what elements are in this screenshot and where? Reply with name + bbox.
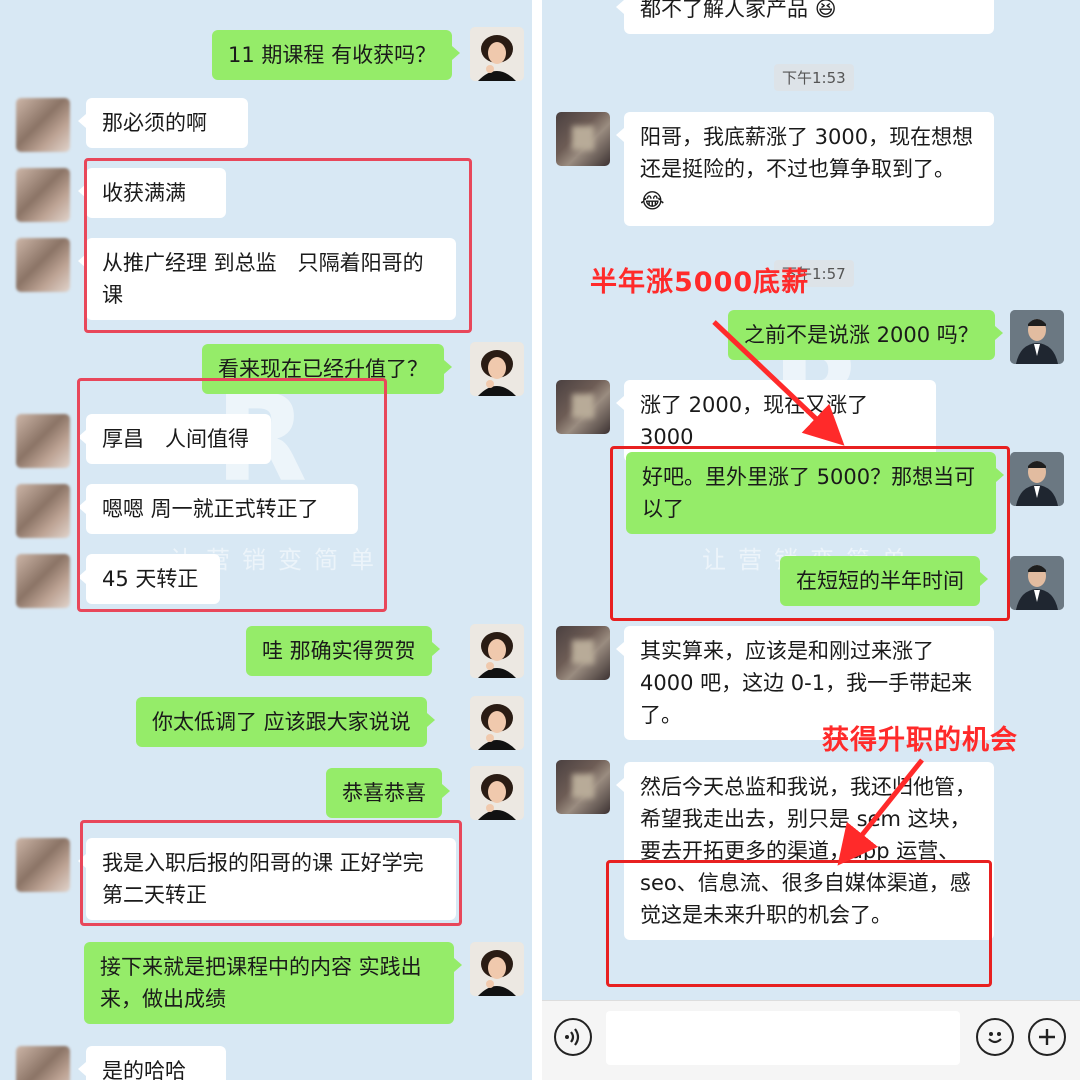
message-bubble-outgoing[interactable]: 你太低调了 应该跟大家说说 [136,697,435,747]
avatar-blurred[interactable] [16,484,70,538]
message-bubble-incoming[interactable]: 那必须的啊 [78,98,248,148]
message-bubble-outgoing[interactable]: 哇 那确实得贺贺 [246,626,440,676]
panel-divider [532,0,542,1080]
emoji-icon[interactable] [976,1018,1014,1056]
arrow-to-raise [712,320,845,446]
avatar[interactable] [470,27,524,81]
highlight-box [80,820,462,926]
left-chat-panel: R 让营销变简单 11 期课程 有收获吗？ 那必须的啊 收获满满 从推广经理 到… [0,0,532,1080]
avatar-blurred[interactable] [16,1046,70,1080]
avatar[interactable] [470,624,524,678]
message-input[interactable] [606,1011,960,1065]
chat-input-bar [542,1000,1080,1080]
annotation-arrows [712,320,924,866]
avatar-blurred[interactable] [16,238,70,292]
message-bubble-outgoing[interactable]: 接下来就是把课程中的内容 实践出来，做出成绩 [84,942,462,1024]
message-bubble-outgoing[interactable]: 11 期课程 有收获吗？ [212,30,461,80]
arrow-to-promotion [837,758,924,866]
highlight-box [77,378,387,612]
avatar-blurred[interactable] [16,98,70,152]
avatar[interactable] [470,766,524,820]
highlight-box [84,158,472,333]
voice-icon[interactable] [554,1018,592,1056]
avatar[interactable] [470,342,524,396]
message-bubble-incoming[interactable]: 是的哈哈 [78,1046,226,1080]
message-bubble-outgoing[interactable]: 恭喜恭喜 [326,768,450,818]
plus-icon[interactable] [1028,1018,1066,1056]
avatar-blurred[interactable] [16,414,70,468]
avatar-blurred[interactable] [16,554,70,608]
avatar-blurred[interactable] [16,168,70,222]
avatar[interactable] [470,942,524,996]
avatar[interactable] [470,696,524,750]
avatar-blurred[interactable] [16,838,70,892]
right-chat-panel: R 让营销变简单 都不了解人家产品 😆 下午1:53 阳哥，我底薪涨了 3000… [542,0,1080,1080]
